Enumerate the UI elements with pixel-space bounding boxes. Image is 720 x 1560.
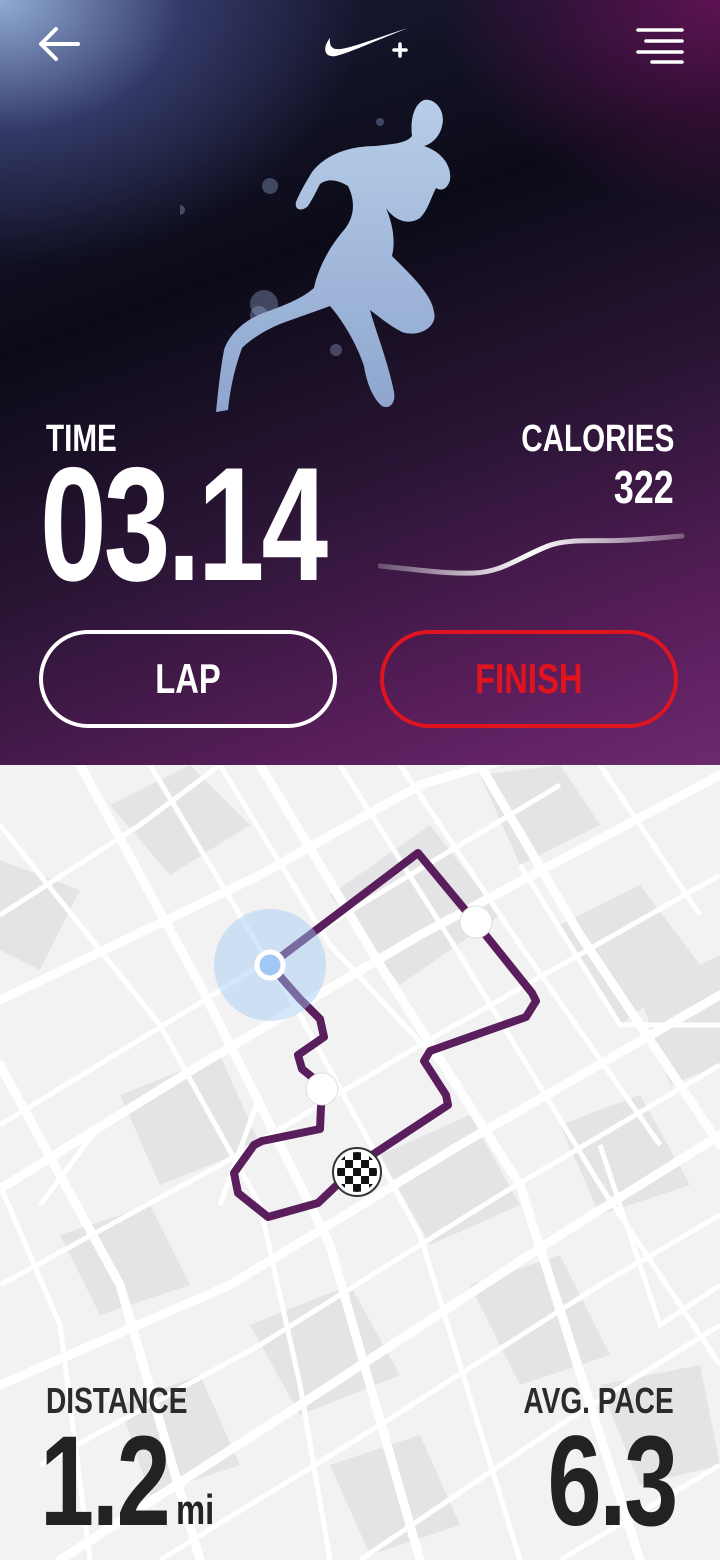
- time-value: 03.14: [40, 434, 328, 615]
- workout-header-panel: TIME 03.14 CALORIES 322 LAP FINISH: [0, 0, 720, 765]
- calories-label: CALORIES: [520, 418, 674, 460]
- calories-trend-line: [378, 533, 685, 576]
- waypoint-marker[interactable]: [305, 1072, 339, 1106]
- distance-unit: mi: [176, 1486, 215, 1533]
- back-arrow-icon[interactable]: [34, 24, 84, 64]
- lap-button-label: LAP: [155, 655, 221, 702]
- avg-pace-value: 6.3: [547, 1410, 679, 1553]
- runner-illustration: [180, 99, 451, 412]
- finish-button[interactable]: FINISH: [380, 630, 678, 728]
- finish-button-label: FINISH: [475, 655, 583, 702]
- swoosh-logo-icon: [320, 24, 412, 64]
- current-location-marker[interactable]: [254, 949, 286, 981]
- lap-button[interactable]: LAP: [39, 630, 337, 728]
- calories-value: 322: [614, 461, 674, 513]
- waypoint-marker[interactable]: [459, 905, 493, 939]
- distance-value: 1.2: [40, 1410, 171, 1553]
- checkered-flag-icon[interactable]: [332, 1147, 382, 1197]
- hamburger-menu-icon[interactable]: [632, 24, 688, 64]
